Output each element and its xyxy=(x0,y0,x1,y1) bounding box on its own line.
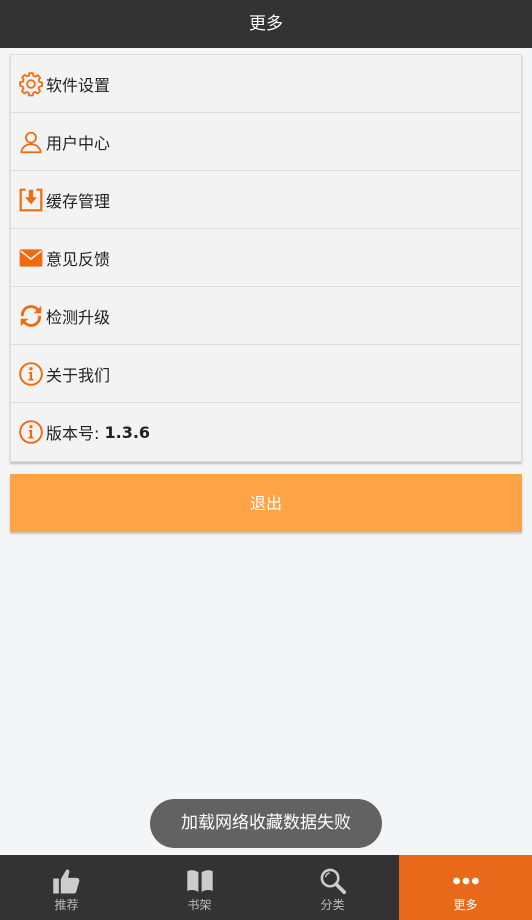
tab-more[interactable]: 更多 xyxy=(399,855,532,920)
thumbs-up-icon xyxy=(51,867,83,895)
tab-category[interactable]: 分类 xyxy=(266,855,399,920)
download-icon xyxy=(18,187,44,213)
page-title: 更多 xyxy=(249,14,283,34)
bottom-tab-bar: 推荐 书架 分类 更多 xyxy=(0,855,532,920)
book-icon xyxy=(184,867,216,895)
version-number: 1.3.6 xyxy=(104,422,151,442)
menu-item-version: 版本号: 1.3.6 xyxy=(11,403,521,461)
tab-label: 推荐 xyxy=(54,897,79,912)
menu-item-label: 软件设置 xyxy=(46,75,111,95)
envelope-icon xyxy=(18,245,44,271)
menu-item-label: 意见反馈 xyxy=(46,249,111,269)
menu-item-about-us[interactable]: 关于我们 xyxy=(11,345,521,403)
user-icon xyxy=(18,129,44,155)
menu-item-label: 关于我们 xyxy=(46,365,111,385)
menu-item-label: 检测升级 xyxy=(46,307,111,327)
menu-item-cache-management[interactable]: 缓存管理 xyxy=(11,171,521,229)
more-dots-icon xyxy=(450,867,482,895)
refresh-icon xyxy=(18,303,44,329)
menu-item-software-settings[interactable]: 软件设置 xyxy=(11,55,521,113)
logout-button[interactable]: 退出 xyxy=(10,474,522,532)
info-icon xyxy=(18,419,44,445)
menu-item-check-update[interactable]: 检测升级 xyxy=(11,287,521,345)
menu-item-feedback[interactable]: 意见反馈 xyxy=(11,229,521,287)
tab-label: 书架 xyxy=(187,897,212,912)
search-icon xyxy=(317,867,349,895)
tab-label: 分类 xyxy=(320,897,345,912)
gear-icon xyxy=(18,71,44,97)
menu-item-label: 用户中心 xyxy=(46,133,111,153)
menu-item-label: 缓存管理 xyxy=(46,191,111,211)
info-icon xyxy=(18,361,44,387)
tab-recommend[interactable]: 推荐 xyxy=(0,855,133,920)
header-bar: 更多 xyxy=(0,0,532,48)
version-label: 版本号: xyxy=(46,424,100,443)
settings-menu: 软件设置 用户中心 缓存管理 意见反馈 检测升级 关于我们 版本号: 1.3.6 xyxy=(10,54,522,462)
tab-label: 更多 xyxy=(453,897,478,912)
toast-message: 加载网络收藏数据失败 xyxy=(150,799,382,848)
tab-bookshelf[interactable]: 书架 xyxy=(133,855,266,920)
menu-item-user-center[interactable]: 用户中心 xyxy=(11,113,521,171)
